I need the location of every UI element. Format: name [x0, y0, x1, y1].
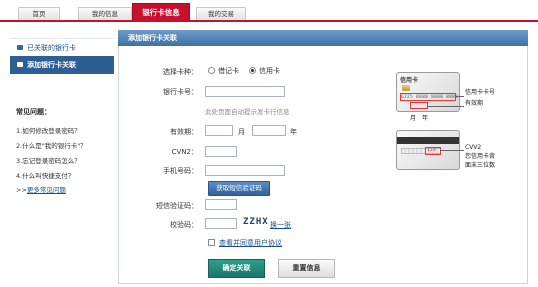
annotation-line [428, 106, 464, 107]
debit-card-option-label: 借记卡 [218, 67, 239, 75]
panel-header: 添加银行卡关联 [118, 30, 528, 46]
expiry-year-input[interactable] [252, 125, 286, 136]
reset-button[interactable]: 重置信息 [278, 259, 335, 278]
annotation-line [455, 96, 464, 97]
get-sms-code-button[interactable]: 获取短信验证码 [208, 181, 270, 196]
sidebar-item-linked-cards[interactable]: 已关联的银行卡 [10, 38, 114, 58]
captcha-label: 校验码： [170, 221, 198, 229]
annotation-month: 月 [410, 115, 417, 122]
tab-my-info[interactable]: 我的信息 [78, 7, 132, 20]
agreement-link[interactable]: 查看并同意用户协议 [219, 238, 282, 248]
phone-input[interactable] [205, 165, 285, 176]
captcha-input[interactable] [205, 218, 237, 229]
sms-code-input[interactable] [205, 199, 237, 210]
faq-item[interactable]: 1.如何修改登录密码？ [16, 125, 81, 135]
card-number-label: 银行卡号： [163, 88, 198, 96]
cvn2-label: CVN2： [171, 148, 198, 156]
phone-label: 手机号码： [163, 167, 198, 175]
card-front-title: 信用卡 [400, 77, 419, 84]
card-chip-icon [402, 85, 410, 91]
cvv-highlight [425, 147, 441, 155]
card-icon [17, 45, 23, 50]
tab-home[interactable]: 首页 [18, 7, 60, 20]
annotation-cvv-desc: 您信用卡背 [465, 153, 496, 160]
card-icon [17, 62, 23, 67]
captcha-refresh-link[interactable]: 换一张 [270, 220, 291, 230]
tab-bank-card-info[interactable]: 银行卡信息 [132, 3, 190, 21]
faq-title: 常见问题： [16, 108, 51, 116]
sidebar: 已关联的银行卡 添加银行卡关联 常见问题： 1.如何修改登录密码？ 2.什么是"… [10, 30, 114, 284]
card-number-highlight [400, 93, 456, 101]
confirm-link-button[interactable]: 确定关联 [208, 259, 265, 278]
faq-item[interactable]: 3.忘记登录密码怎么？ [16, 155, 81, 165]
card-number-input[interactable] [205, 86, 285, 97]
annotation-cvv-desc: 面末三位数 [465, 162, 496, 169]
faq-more: >>更多常见问题 [16, 186, 66, 194]
card-number-hint: 此处页面自动提示发卡行信息 [205, 108, 290, 116]
credit-card-option-label: 信用卡 [259, 67, 280, 75]
expiry-label: 有效期： [170, 128, 198, 136]
debit-card-radio[interactable] [208, 67, 215, 74]
annotation-year: 年 [422, 115, 429, 122]
sms-code-label: 短信验证码： [156, 202, 198, 210]
expiry-highlight [410, 102, 428, 109]
faq-item[interactable]: 4.什么叫快捷支付？ [16, 170, 74, 180]
captcha-image: ZZHX [243, 217, 269, 227]
year-unit: 年 [290, 128, 297, 136]
card-type-label: 选择卡种： [163, 68, 198, 76]
more-faq-link[interactable]: 更多常见问题 [27, 186, 66, 194]
expiry-month-input[interactable] [205, 125, 233, 136]
tab-my-transactions[interactable]: 我的交易 [196, 7, 246, 20]
cvn2-input[interactable] [205, 146, 237, 157]
credit-card-radio[interactable] [249, 67, 256, 74]
annotation-card-number: 信用卡卡号 [465, 89, 496, 96]
annotation-cvv: CVV2 [465, 144, 482, 151]
annotation-line [440, 150, 464, 151]
month-unit: 月 [238, 128, 245, 136]
agreement-checkbox[interactable] [208, 239, 215, 246]
magnetic-stripe [397, 137, 459, 144]
annotation-expiry: 有效期 [465, 100, 484, 107]
faq-item[interactable]: 2.什么是"我的银行卡"？ [16, 140, 87, 150]
sidebar-item-add-card[interactable]: 添加银行卡关联 [10, 56, 114, 74]
